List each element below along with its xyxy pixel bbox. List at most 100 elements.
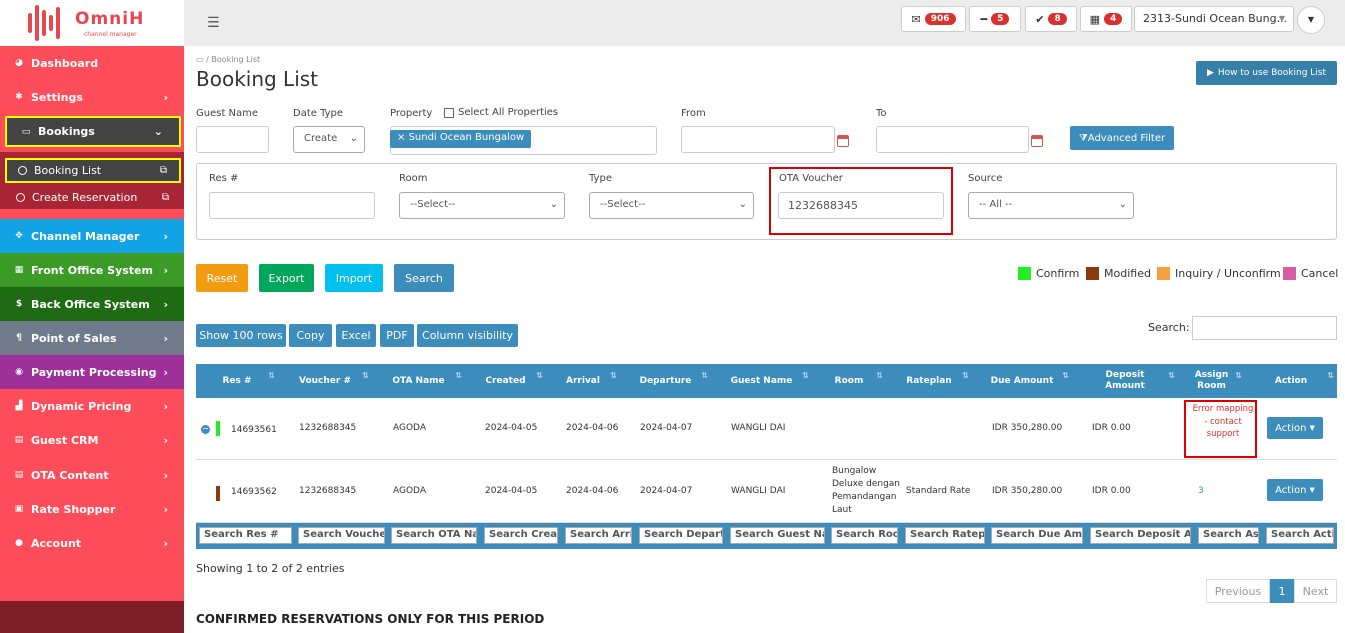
footer-search-guest[interactable]: Search Guest Nai: [730, 527, 825, 544]
action-button[interactable]: Action ▼: [1267, 479, 1323, 501]
pdf-button[interactable]: PDF: [380, 324, 414, 347]
cell-due: IDR 350,280.00: [992, 486, 1063, 496]
col-room[interactable]: Room ⇅: [812, 364, 886, 398]
col-guest[interactable]: Guest Name ⇅: [711, 364, 812, 398]
howto-button[interactable]: ▶ How to use Booking List: [1196, 61, 1337, 85]
sidebar-item-payment[interactable]: ◉ Payment Processing ›: [0, 355, 184, 389]
type-select[interactable]: --Select-- ⌄: [589, 192, 754, 219]
calendar-button[interactable]: ▦ 4: [1080, 6, 1132, 32]
col-created[interactable]: Created ⇅: [465, 364, 546, 398]
col-departure[interactable]: Departure ⇅: [620, 364, 711, 398]
pager-previous[interactable]: Previous: [1206, 579, 1270, 603]
col-due[interactable]: Due Amount ⇅: [972, 364, 1072, 398]
sidebar-item-dynamic-pricing[interactable]: ▟ Dynamic Pricing ›: [0, 389, 184, 423]
sidebar-item-guest-crm[interactable]: ▤ Guest CRM ›: [0, 423, 184, 457]
footer-search-voucher[interactable]: Search Voucher: [298, 527, 385, 544]
sidebar-item-booking-list[interactable]: Booking List ⧉: [5, 158, 181, 183]
sidebar-item-settings[interactable]: ✱ Settings ›: [0, 80, 184, 114]
sidebar-item-pos[interactable]: ¶ Point of Sales ›: [0, 321, 184, 355]
collapse-row-icon[interactable]: −: [201, 425, 210, 434]
mail-button[interactable]: ✉ 906: [901, 6, 966, 32]
excel-button[interactable]: Excel: [336, 324, 376, 347]
footer-search-room[interactable]: Search Roor: [831, 527, 898, 544]
select-all-checkbox[interactable]: [444, 107, 454, 118]
footer-search-created[interactable]: Search Creat: [484, 527, 558, 544]
footer-search-deposit[interactable]: Search Deposit An: [1090, 527, 1191, 544]
col-label: Guest Name: [730, 375, 793, 386]
minus-button[interactable]: ━ 5: [969, 6, 1021, 32]
breadcrumb-current[interactable]: Booking List: [211, 55, 260, 64]
footer-search-res[interactable]: Search Res #: [199, 527, 292, 544]
action-button[interactable]: Action ▼: [1267, 417, 1323, 439]
footer-search-departure[interactable]: Search Departu: [639, 527, 723, 544]
room-select[interactable]: --Select-- ⌄: [399, 192, 565, 219]
pager-next[interactable]: Next: [1294, 579, 1337, 603]
footer-search-ota[interactable]: Search OTA Nar: [391, 527, 477, 544]
col-arrival[interactable]: Arrival ⇅: [546, 364, 620, 398]
res-input[interactable]: [209, 192, 375, 219]
footer-search-due[interactable]: Search Due Amo: [991, 527, 1083, 544]
brand-sub: channel manager: [84, 31, 137, 38]
sidebar-item-dashboard[interactable]: ◕ Dashboard: [0, 46, 184, 80]
sidebar-item-ota-content[interactable]: ▤ OTA Content ›: [0, 458, 184, 492]
copy-button[interactable]: Copy: [289, 324, 332, 347]
sidebar-item-create-reservation[interactable]: Create Reservation ⧉: [5, 185, 181, 210]
date-type-select[interactable]: Create ⌄: [293, 126, 365, 153]
advanced-filter-button[interactable]: ⧩ Advanced Filter: [1070, 126, 1174, 150]
footer-search-action[interactable]: Search Actio: [1266, 527, 1334, 544]
reset-button[interactable]: Reset: [196, 264, 248, 292]
search-button[interactable]: Search: [394, 264, 454, 292]
from-date-input[interactable]: [681, 126, 835, 153]
cell-departure: 2024-04-07: [640, 423, 693, 433]
sidebar-item-account[interactable]: ● Account ›: [0, 526, 184, 560]
sidebar-item-label: Booking List: [34, 164, 102, 177]
sidebar-item-back-office[interactable]: $ Back Office System ›: [0, 287, 184, 321]
pager-page-1[interactable]: 1: [1270, 579, 1294, 603]
keyboard-icon: ▭: [21, 126, 31, 137]
export-button[interactable]: Export: [259, 264, 314, 292]
cell-assign-room[interactable]: 3: [1198, 486, 1204, 496]
dashboard-icon: ◕: [15, 58, 23, 68]
to-date-input[interactable]: [876, 126, 1029, 153]
sidebar-item-bookings[interactable]: ▭ Bookings ⌄: [5, 116, 181, 147]
col-deposit[interactable]: Deposit Amount ⇅: [1072, 364, 1178, 398]
table-row[interactable]: − 14693561 1232688345 AGODA 2024-04-05 2…: [196, 398, 1337, 460]
sidebar-item-label: Guest CRM: [31, 433, 99, 447]
footer-search-rateplan[interactable]: Search Rateplı: [905, 527, 985, 544]
brand-logo[interactable]: OmniH channel manager: [0, 0, 184, 46]
sidebar-item-channel-manager[interactable]: ✥ Channel Manager ›: [0, 219, 184, 253]
col-voucher[interactable]: Voucher # ⇅: [278, 364, 372, 398]
menu-toggle-icon[interactable]: ☰: [207, 15, 220, 31]
import-button[interactable]: Import: [325, 264, 383, 292]
ota-voucher-input[interactable]: 1232688345: [778, 192, 944, 219]
col-rateplan[interactable]: Rateplan ⇅: [886, 364, 972, 398]
table-row[interactable]: 14693562 1232688345 AGODA 2024-04-05 202…: [196, 460, 1337, 523]
check-badge: 8: [1048, 13, 1067, 25]
source-select[interactable]: -- All -- ⌄: [968, 192, 1134, 219]
property-select[interactable]: 2313-Sundi Ocean Bung... ▼: [1134, 6, 1294, 32]
calendar-icon[interactable]: [837, 135, 849, 147]
property-tag[interactable]: × Sundi Ocean Bungalow: [390, 130, 532, 148]
col-action[interactable]: Action ⇅: [1245, 364, 1337, 398]
check-button[interactable]: ✔ 8: [1025, 6, 1077, 32]
column-visibility-button[interactable]: Column visibility: [417, 324, 518, 347]
col-ota[interactable]: OTA Name ⇅: [372, 364, 465, 398]
sidebar-item-front-office[interactable]: ▦ Front Office System ›: [0, 253, 184, 287]
guest-name-input[interactable]: [196, 126, 269, 153]
col-assign[interactable]: Assign Room ⇅: [1178, 364, 1245, 398]
show-rows-button[interactable]: Show 100 rows: [196, 324, 286, 347]
footer-search-assign[interactable]: Search Ass: [1198, 527, 1259, 544]
remove-tag-icon[interactable]: ×: [397, 132, 409, 143]
sidebar-item-rate-shopper[interactable]: ▣ Rate Shopper ›: [0, 492, 184, 526]
cell-arrival: 2024-04-06: [566, 486, 619, 496]
footer-search-arrival[interactable]: Search Arriv: [565, 527, 632, 544]
select-all-properties[interactable]: Select All Properties: [444, 107, 558, 118]
cell-res: 14693561: [231, 425, 277, 435]
user-menu-button[interactable]: ▼: [1297, 6, 1325, 34]
property-select-value: 2313-Sundi Ocean Bung...: [1143, 12, 1288, 25]
calendar-icon[interactable]: [1031, 135, 1043, 147]
col-res[interactable]: Res # ⇅: [196, 364, 278, 398]
table-search-input[interactable]: [1192, 316, 1337, 340]
sort-icon: ⇅: [802, 371, 809, 380]
user-icon: ●: [15, 538, 23, 548]
